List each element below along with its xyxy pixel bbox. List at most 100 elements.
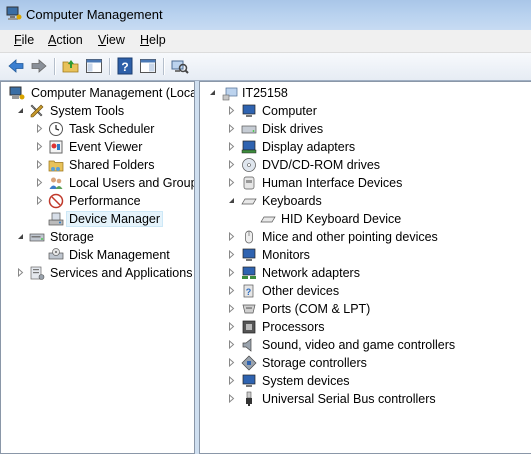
collapsed-arrow-icon[interactable] [227, 304, 236, 313]
port-icon [242, 304, 256, 314]
display-adapter-icon [241, 140, 257, 154]
device-category-other-devices[interactable]: ? Other devices [200, 282, 530, 300]
collapsed-arrow-icon[interactable] [227, 322, 236, 331]
back-arrow-icon[interactable] [6, 56, 26, 76]
collapsed-arrow-icon[interactable] [35, 142, 44, 151]
collapsed-arrow-icon[interactable] [16, 268, 25, 277]
device-category-label: Mice and other pointing devices [262, 230, 438, 244]
collapsed-arrow-icon[interactable] [227, 124, 236, 133]
expanded-arrow-icon[interactable] [208, 88, 217, 97]
device-category-system-devices[interactable]: System devices [200, 372, 530, 390]
monitor-icon [242, 248, 256, 261]
device-category-label: Monitors [262, 248, 310, 262]
svg-text:?: ? [121, 60, 128, 74]
collapsed-arrow-icon[interactable] [227, 106, 236, 115]
device-category-hid[interactable]: Human Interface Devices [200, 174, 530, 192]
tree-item-shared-folders[interactable]: Shared Folders [1, 156, 194, 174]
collapsed-arrow-icon[interactable] [35, 178, 44, 187]
tree-item-label: Shared Folders [69, 158, 155, 172]
device-category-usb-controllers[interactable]: Universal Serial Bus controllers [200, 390, 530, 408]
tree-item-event-viewer[interactable]: Event Viewer [1, 138, 194, 156]
device-hid-keyboard[interactable]: HID Keyboard Device [200, 210, 530, 228]
tree-item-label: System Tools [50, 104, 125, 118]
device-category-sound[interactable]: Sound, video and game controllers [200, 336, 530, 354]
tree-item-performance[interactable]: Performance [1, 192, 194, 210]
tree-item-services[interactable]: Services and Applications [1, 264, 194, 282]
help-icon[interactable]: ? [115, 56, 135, 76]
tree-item-label: Computer Management (Local [31, 86, 195, 100]
collapsed-arrow-icon[interactable] [227, 142, 236, 151]
device-scan-icon[interactable] [169, 56, 189, 76]
tree-item-storage[interactable]: Storage [1, 228, 194, 246]
collapsed-arrow-icon[interactable] [227, 160, 236, 169]
collapsed-arrow-icon[interactable] [35, 196, 44, 205]
collapsed-arrow-icon[interactable] [35, 160, 44, 169]
collapsed-arrow-icon[interactable] [227, 376, 236, 385]
keyboard-icon [241, 198, 257, 205]
device-manager-icon [48, 212, 64, 226]
up-folder-icon[interactable] [61, 56, 81, 76]
device-category-ports[interactable]: Ports (COM & LPT) [200, 300, 530, 318]
dvd-drive-icon [242, 158, 256, 172]
device-category-mice[interactable]: Mice and other pointing devices [200, 228, 530, 246]
tree-item-label: Event Viewer [69, 140, 143, 154]
collapsed-arrow-icon[interactable] [35, 124, 44, 133]
device-category-label: DVD/CD-ROM drives [262, 158, 381, 172]
tree-item-system-tools[interactable]: System Tools [1, 102, 194, 120]
system-devices-icon [242, 374, 256, 387]
device-category-network-adapters[interactable]: Network adapters [200, 264, 530, 282]
collapsed-arrow-icon[interactable] [227, 178, 236, 187]
tree-item-disk-management[interactable]: Disk Management [1, 246, 194, 264]
toolbar: ? [0, 53, 531, 81]
collapsed-arrow-icon[interactable] [227, 250, 236, 259]
menu-action[interactable]: Action [48, 33, 83, 47]
tree-item-label: Disk Management [69, 248, 170, 262]
device-tree-root[interactable]: IT25158 [200, 84, 530, 102]
tree-item-root[interactable]: Computer Management (Local [1, 84, 195, 102]
device-category-computer[interactable]: Computer [200, 102, 530, 120]
device-category-storage-controllers[interactable]: Storage controllers [200, 354, 530, 372]
collapsed-arrow-icon[interactable] [227, 358, 236, 367]
collapsed-arrow-icon[interactable] [227, 232, 236, 241]
collapsed-arrow-icon[interactable] [227, 394, 236, 403]
menu-view[interactable]: View [98, 33, 125, 47]
computer-icon [242, 104, 256, 117]
console-pane-icon[interactable] [138, 56, 158, 76]
device-category-monitors[interactable]: Monitors [200, 246, 530, 264]
expanded-arrow-icon[interactable] [16, 232, 25, 241]
forward-arrow-icon[interactable] [29, 56, 49, 76]
expanded-arrow-icon[interactable] [16, 106, 25, 115]
device-category-label: Disk drives [262, 122, 324, 136]
menu-file[interactable]: File [14, 33, 34, 47]
show-hide-tree-icon[interactable] [84, 56, 104, 76]
device-category-label: System devices [262, 374, 350, 388]
device-tree-pane[interactable]: IT25158 Computer Disk drives Display ada… [199, 81, 531, 454]
toolbar-separator [54, 58, 56, 75]
device-category-processors[interactable]: Processors [200, 318, 530, 336]
storage-icon [29, 233, 45, 242]
network-adapter-icon [242, 266, 256, 279]
console-tree-pane[interactable]: Computer Management (Local System Tools … [0, 81, 195, 454]
device-category-label: Processors [262, 320, 325, 334]
menu-help[interactable]: Help [140, 33, 166, 47]
collapsed-arrow-icon[interactable] [227, 340, 236, 349]
tree-item-device-manager[interactable]: Device Manager [1, 210, 194, 228]
device-category-disk-drives[interactable]: Disk drives [200, 120, 530, 138]
processor-icon [242, 320, 256, 334]
users-icon [49, 177, 63, 189]
device-category-display-adapters[interactable]: Display adapters [200, 138, 530, 156]
device-tree-root-label: IT25158 [242, 86, 288, 100]
title-bar[interactable]: Computer Management [0, 0, 531, 30]
services-icon [30, 266, 45, 280]
tree-item-task-scheduler[interactable]: Task Scheduler [1, 120, 194, 138]
collapsed-arrow-icon[interactable] [227, 268, 236, 277]
expanded-arrow-icon[interactable] [227, 196, 236, 205]
device-category-label: Other devices [262, 284, 340, 298]
event-viewer-icon [49, 140, 63, 154]
device-category-label: Network adapters [262, 266, 360, 280]
device-category-label: Sound, video and game controllers [262, 338, 456, 352]
device-category-dvd-drives[interactable]: DVD/CD-ROM drives [200, 156, 530, 174]
tree-item-local-users[interactable]: Local Users and Groups [1, 174, 194, 192]
device-category-keyboards[interactable]: Keyboards [200, 192, 530, 210]
collapsed-arrow-icon[interactable] [227, 286, 236, 295]
